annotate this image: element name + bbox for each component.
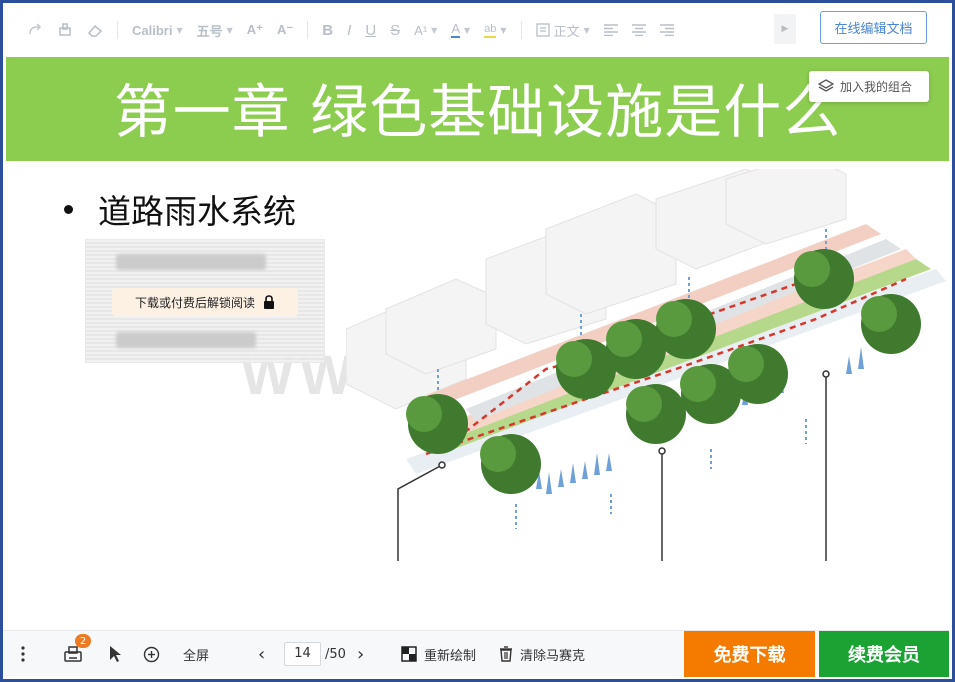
increase-font-icon[interactable]: A⁺ [247,16,263,44]
blurred-text-line [116,254,266,270]
strikethrough-icon[interactable]: S [390,16,400,44]
toolbar-divider [520,21,522,39]
eraser-icon[interactable] [87,16,103,44]
paragraph-style-value: 正文 [553,23,580,39]
paragraph-style-icon [535,23,550,37]
prev-page-icon[interactable]: ‹ [258,631,265,677]
next-page-icon[interactable]: › [357,631,364,677]
clear-mosaic-button[interactable]: 清除马赛克 [499,631,585,677]
slide-title: 第一章 绿色基础设施是什么 [113,78,842,146]
chevron-down-icon: ▼ [176,25,183,35]
slide-page: 第一章 绿色基础设施是什么 加入我的组合 道路雨水系统 WW 下载或付费后解锁阅… [6,57,949,630]
notification-badge: 2 [75,634,91,648]
redraw-label: 重新绘制 [424,648,477,664]
decrease-font-icon[interactable]: A⁻ [277,16,293,44]
bullet-item: 道路雨水系统 [64,185,296,233]
toolbar-divider [307,21,309,39]
font-family-select[interactable]: Calibri ▼ [132,16,183,44]
align-center-icon[interactable] [631,16,646,44]
align-right-icon[interactable] [659,16,674,44]
format-painter-icon[interactable] [57,16,73,44]
trash-icon [500,646,512,662]
unlock-reading-label: 下载或付费后解锁阅读 [134,295,255,310]
font-family-value: Calibri [132,22,173,38]
more-options-icon[interactable] [21,631,25,677]
add-to-combo-label: 加入我的组合 [840,80,913,94]
edit-online-button[interactable]: 在线编辑文档 [820,11,927,44]
bold-icon[interactable]: B [322,16,333,44]
chevron-down-icon: ▼ [226,25,233,35]
toolbar-divider [117,21,118,39]
redraw-icon [401,646,417,662]
superscript-icon[interactable]: A¹ ▼ [414,16,437,44]
paragraph-style-select[interactable]: 正文 ▼ [535,16,590,44]
renew-vip-button[interactable]: 续费会员 [819,631,949,677]
add-to-combo-button[interactable]: 加入我的组合 [809,71,929,102]
underline-icon[interactable]: U [365,16,376,44]
fullscreen-button[interactable]: 全屏 [183,631,209,677]
total-pages: /50 [325,646,346,662]
bullet-dot [64,204,73,214]
page-number-input[interactable]: 14 [284,642,321,666]
font-color-icon[interactable]: A ▼ [451,16,470,44]
clear-mosaic-label: 清除马赛克 [520,648,586,664]
scroll-right-icon[interactable]: ▶ [774,14,796,44]
unlock-reading-button[interactable]: 下载或付费后解锁阅读 [112,288,298,316]
street-rainwater-illustration [346,169,946,561]
redo-icon[interactable] [27,16,43,44]
chevron-down-icon: ▼ [583,25,590,35]
select-cursor-icon[interactable] [107,631,123,677]
align-left-icon[interactable] [603,16,618,44]
blurred-text-line [116,332,256,348]
viewer-bottom-bar: 2 全屏 ‹ 14 /50 › 重新绘制 清除马赛克 免费下载 续费会员 [3,630,949,677]
highlight-icon[interactable]: ab ▼ [484,16,507,44]
zoom-in-icon[interactable] [143,631,160,677]
free-download-button[interactable]: 免费下载 [684,631,815,677]
lock-icon [264,295,274,309]
editor-toolbar: Calibri ▼ 五号 ▼ A⁺ A⁻ B I U S A¹ ▼ A ▼ ab ▼ … [3,3,949,57]
bullet-text: 道路雨水系统 [98,192,296,231]
font-size-value: 五号 [196,23,223,39]
italic-icon[interactable]: I [347,16,351,44]
layers-icon [818,79,834,92]
redraw-button[interactable]: 重新绘制 [401,631,476,677]
font-size-select[interactable]: 五号 ▼ [197,16,233,44]
